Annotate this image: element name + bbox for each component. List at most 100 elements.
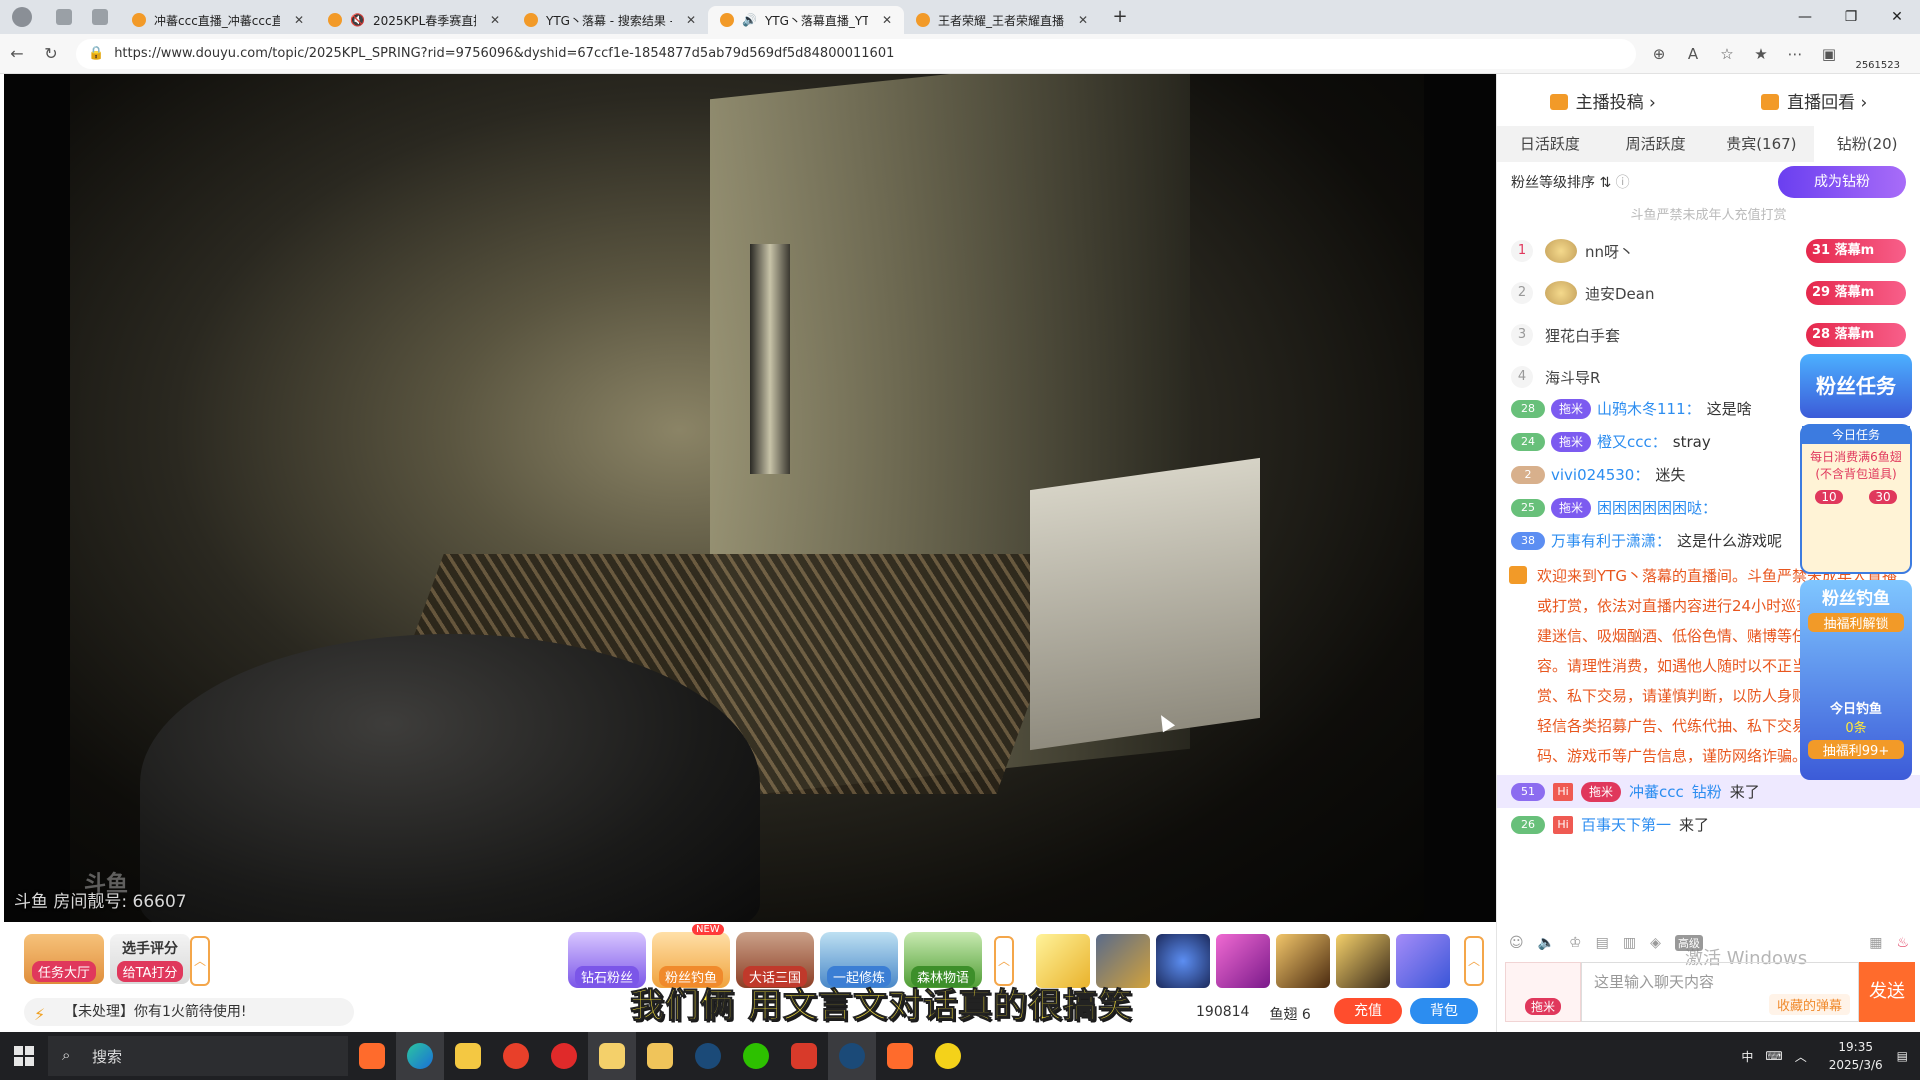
rate-player-button[interactable]: 选手评分 给TA打分 xyxy=(110,934,190,984)
url-field[interactable]: 🔒 https://www.douyu.com/topic/2025KPL_SP… xyxy=(76,38,1636,69)
steam-icon-2[interactable] xyxy=(828,1032,876,1080)
rank-row[interactable]: 3 狸花白手套 28 落幕m xyxy=(1497,314,1920,356)
rocket-notice[interactable]: ⚡ 【未处理】你有1火箭待使用! xyxy=(24,998,354,1026)
command-icon[interactable]: ◈ xyxy=(1650,935,1661,951)
enter-username[interactable]: 冲蕃ccc xyxy=(1629,781,1684,802)
chat-input[interactable]: 这里输入聊天内容 收藏的弹幕 xyxy=(1581,962,1859,1022)
replay-link[interactable]: 直播回看 › xyxy=(1761,88,1867,113)
tab-diamond-fans[interactable]: 钻粉(20) xyxy=(1814,126,1920,162)
saved-barrage-button[interactable]: 收藏的弹幕 xyxy=(1768,994,1850,1015)
task-hall-button[interactable]: 任务大厅 xyxy=(24,934,104,984)
close-window-button[interactable]: ✕ xyxy=(1874,0,1920,34)
gift-item-6[interactable] xyxy=(1336,934,1390,988)
tab-vip[interactable]: 贵宾(167) xyxy=(1709,126,1815,162)
help-icon[interactable]: ⓘ xyxy=(1616,175,1630,191)
notification-icon[interactable]: ▤ xyxy=(1897,1049,1908,1063)
chat-username[interactable]: 万事有利于潇潇： xyxy=(1551,530,1671,551)
file-explorer-icon[interactable] xyxy=(444,1032,492,1080)
filter-icon[interactable]: ▦ xyxy=(1869,935,1882,951)
chat-username[interactable]: 困困困困困困哒： xyxy=(1597,497,1717,518)
rank-username[interactable]: 迪安Dean xyxy=(1585,283,1654,304)
chat-fan-badge[interactable]: 拖米 xyxy=(1505,962,1581,1022)
muted-icon[interactable]: 🔇 xyxy=(350,13,365,27)
rank-username[interactable]: 狸花白手套 xyxy=(1545,325,1620,346)
gift-item-3[interactable] xyxy=(1156,934,1210,988)
sound-icon[interactable]: 🔈 xyxy=(1538,935,1555,951)
hi-icon[interactable]: Hi xyxy=(1553,815,1573,834)
more-icon[interactable]: ⋯ xyxy=(1778,45,1812,63)
fan-fishing-promo[interactable]: 粉丝钓鱼 抽福利解锁 今日钓鱼 0条 抽福利99+ xyxy=(1800,580,1912,780)
enter-username[interactable]: 百事天下第一 xyxy=(1581,814,1671,835)
app-red-icon[interactable] xyxy=(492,1032,540,1080)
back-icon[interactable]: ← xyxy=(0,44,34,63)
refresh-icon[interactable]: ↻ xyxy=(34,44,68,63)
app-yellow-icon[interactable] xyxy=(924,1032,972,1080)
maximize-button[interactable]: ❐ xyxy=(1828,0,1874,34)
rank-username[interactable]: nn呀丶 xyxy=(1585,241,1634,262)
browser-tab[interactable]: 🔇 2025KPL春季赛直播_王者荣 ✕ xyxy=(316,6,512,34)
keyboard-icon[interactable]: ⌨ xyxy=(1765,1049,1782,1063)
tab-close-icon[interactable]: ✕ xyxy=(1078,13,1088,27)
rank-username[interactable]: 海斗导R xyxy=(1545,367,1600,388)
tray-chevron-icon[interactable]: ︿ xyxy=(1795,1048,1807,1065)
anchor-post-link[interactable]: 主播投稿 › xyxy=(1549,88,1656,113)
steam-icon[interactable] xyxy=(684,1032,732,1080)
minimize-button[interactable]: — xyxy=(1782,0,1828,34)
gift-icon[interactable]: ▤ xyxy=(1596,935,1609,951)
start-button[interactable] xyxy=(0,1032,48,1080)
audio-icon[interactable]: 🔊 xyxy=(742,13,757,27)
zoom-icon[interactable]: ⊕ xyxy=(1642,45,1676,63)
tab-close-icon[interactable]: ✕ xyxy=(686,13,696,27)
tab-close-icon[interactable]: ✕ xyxy=(882,13,892,27)
profile-icon[interactable] xyxy=(12,7,32,27)
new-tab-button[interactable]: + xyxy=(1108,5,1132,29)
collections-icon[interactable] xyxy=(56,9,72,25)
browser-tab[interactable]: 王者荣耀_王者荣耀直播_王者荣 ✕ xyxy=(904,6,1100,34)
wps-icon[interactable] xyxy=(780,1032,828,1080)
wechat-icon[interactable] xyxy=(732,1032,780,1080)
clock[interactable]: 19:35 2025/3/6 xyxy=(1829,1038,1883,1074)
emoji-icon[interactable]: ☺ xyxy=(1509,935,1524,951)
douyu-app-icon[interactable] xyxy=(348,1032,396,1080)
alert-icon[interactable]: ♨ xyxy=(1896,935,1909,951)
browser-tab[interactable]: 冲蕃ccc直播_冲蕃ccc直播_冲蕃cc ✕ xyxy=(120,6,316,34)
tab-actions-icon[interactable] xyxy=(92,9,108,25)
chat-username[interactable]: 山鸦木冬111： xyxy=(1597,398,1701,419)
app-character-icon-1[interactable] xyxy=(588,1032,636,1080)
edge-app-icon[interactable] xyxy=(396,1032,444,1080)
send-button[interactable]: 发送 xyxy=(1859,962,1915,1022)
gift-item-4[interactable] xyxy=(1216,934,1270,988)
tab-weekly-activity[interactable]: 周活跃度 xyxy=(1603,126,1709,162)
rank-row[interactable]: 2 迪安Dean 29 落幕m xyxy=(1497,272,1920,314)
expand-left-chevron-icon[interactable]: ︿ xyxy=(190,936,210,986)
douyu-app-icon-2[interactable] xyxy=(876,1032,924,1080)
browser-tab[interactable]: YTG丶落幕 - 搜索结果 - 斗鱼直播 ✕ xyxy=(512,6,708,34)
taskbar-search[interactable]: ⌕ 搜索 xyxy=(48,1036,348,1076)
gift-list-chevron-icon[interactable]: ︿ xyxy=(1464,936,1484,986)
favorite-star-icon[interactable]: ☆ xyxy=(1710,45,1744,63)
video-player[interactable]: 斗鱼 斗鱼 房间靓号: 66607 xyxy=(4,74,1496,922)
browser-tab[interactable]: 🔊 YTG丶落幕直播_YTG丶落幕 ✕ xyxy=(708,6,904,34)
ime-indicator[interactable]: 中 xyxy=(1741,1048,1753,1065)
fan-icon[interactable]: ♔ xyxy=(1569,935,1582,951)
hi-icon[interactable]: Hi xyxy=(1553,782,1573,801)
today-task-promo[interactable]: 今日任务 每日消费满6鱼翅(不含背包道具) 10 30 xyxy=(1800,424,1912,574)
netease-music-icon[interactable] xyxy=(540,1032,588,1080)
color-icon[interactable]: ▥ xyxy=(1623,935,1636,951)
chat-username[interactable]: vivi024530： xyxy=(1551,464,1649,485)
fan-task-promo[interactable]: 粉丝任务 xyxy=(1800,354,1912,418)
become-diamond-button[interactable]: 成为钻粉 xyxy=(1778,166,1906,198)
sidebar-toggle-icon[interactable]: ▣ xyxy=(1812,45,1846,63)
favorites-icon[interactable]: ★ xyxy=(1744,45,1778,63)
tab-close-icon[interactable]: ✕ xyxy=(294,13,304,27)
read-aloud-icon[interactable]: A xyxy=(1676,45,1710,63)
tab-daily-activity[interactable]: 日活跃度 xyxy=(1497,126,1603,162)
chat-username[interactable]: 橙又ccc： xyxy=(1597,431,1667,452)
backpack-button[interactable]: 背包 xyxy=(1410,998,1478,1024)
fan-sort-label[interactable]: 粉丝等级排序 xyxy=(1511,175,1595,191)
tab-close-icon[interactable]: ✕ xyxy=(490,13,500,27)
app-character-icon-2[interactable] xyxy=(636,1032,684,1080)
gift-item-5[interactable] xyxy=(1276,934,1330,988)
sort-icon[interactable]: ⇅ xyxy=(1599,175,1611,191)
gift-item-7[interactable] xyxy=(1396,934,1450,988)
